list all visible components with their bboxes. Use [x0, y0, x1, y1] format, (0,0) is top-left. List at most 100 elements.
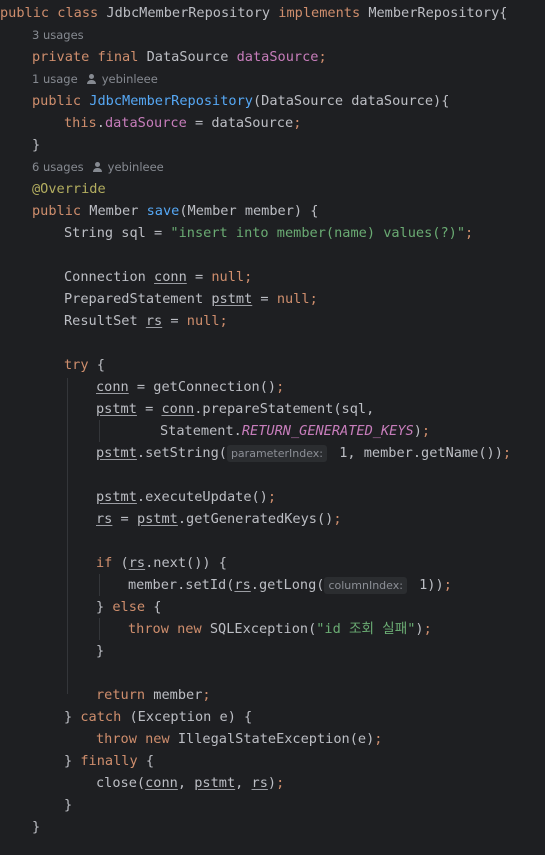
- code-line-if-close: }: [96, 640, 104, 662]
- usages-author-hint[interactable]: 1 usage yebinleee: [32, 68, 158, 90]
- usages-count[interactable]: 6 usages: [32, 160, 84, 174]
- parameter-hint[interactable]: columnIndex:: [324, 576, 407, 594]
- code-line-set-string: pstmt.setString(parameterIndex: 1, membe…: [96, 442, 511, 464]
- keyword: public: [0, 5, 50, 21]
- expression: SQLException(: [201, 621, 317, 637]
- parameter-hint[interactable]: parameterIndex:: [226, 444, 328, 462]
- variable: conn: [154, 269, 187, 285]
- semicolon: ;: [502, 445, 512, 461]
- type: DataSource: [146, 49, 229, 65]
- code-line-constructor: public JdbcMemberRepository(DataSource d…: [32, 90, 449, 112]
- code-line-else: } else {: [96, 596, 162, 618]
- expression: 1, member.getName()): [331, 445, 503, 461]
- author-name[interactable]: yebinleee: [102, 72, 158, 86]
- method-call: close(: [96, 775, 146, 791]
- semicolon: ;: [309, 291, 318, 307]
- variable: rs: [128, 555, 146, 571]
- semicolon: ;: [465, 225, 474, 241]
- variable: conn: [161, 401, 195, 417]
- code-line-get-connection: conn = getConnection();: [96, 376, 284, 398]
- usages-count[interactable]: 1 usage: [32, 72, 78, 86]
- semicolon: ;: [293, 115, 302, 131]
- brace: }: [96, 643, 105, 659]
- semicolon: ;: [202, 687, 211, 703]
- keyword: this: [64, 115, 97, 131]
- variable: conn: [145, 775, 178, 791]
- expression: IllegalStateException(e): [169, 731, 375, 747]
- indent-guide: [99, 618, 100, 640]
- type: Member: [81, 203, 147, 219]
- class-name: JdbcMemberRepository: [106, 5, 271, 21]
- type: ResultSet: [64, 313, 146, 329]
- operator: =: [186, 269, 212, 285]
- code-line-throw-illegal-state: throw new IllegalStateException(e);: [96, 728, 382, 750]
- code-line-return: return member;: [96, 684, 211, 706]
- semicolon: ;: [333, 511, 342, 527]
- code-line-try: try {: [64, 354, 105, 376]
- usages-author-hint[interactable]: 6 usages yebinleee: [32, 156, 164, 178]
- code-line-if: if (rs.next()) {: [96, 552, 227, 574]
- field-name: dataSource: [104, 115, 187, 131]
- usages-count[interactable]: 3 usages: [32, 28, 84, 42]
- keyword: public: [32, 203, 82, 219]
- operator: =: [136, 401, 162, 417]
- expression: member: [145, 687, 203, 703]
- author-name[interactable]: yebinleee: [108, 160, 164, 174]
- semicolon: ;: [443, 577, 452, 593]
- semicolon: ;: [423, 621, 432, 637]
- keyword: return: [96, 687, 146, 703]
- variable: rs: [251, 775, 268, 791]
- variable: pstmt: [211, 291, 253, 307]
- constructor-name: JdbcMemberRepository: [89, 93, 253, 109]
- operator: =: [162, 313, 187, 329]
- class-ref: Statement.: [160, 423, 242, 439]
- code-line-finally: } finally {: [64, 750, 154, 772]
- brace: {: [88, 357, 105, 373]
- constant: RETURN_GENERATED_KEYS: [241, 423, 414, 439]
- method-name: save: [146, 203, 180, 219]
- paren: ): [267, 775, 277, 791]
- code-line-save-method: public Member save(Member member) {: [32, 200, 318, 222]
- method-call: .getLong(: [250, 577, 325, 593]
- brace: {: [145, 599, 162, 615]
- code-line-constructor-body: this.dataSource = dataSource;: [64, 112, 301, 134]
- operator: =: [112, 511, 137, 527]
- code-line-sql: String sql = "insert into member(name) v…: [64, 222, 473, 244]
- variable: rs: [96, 511, 113, 527]
- semicolon: ;: [244, 269, 253, 285]
- keyword: null: [276, 291, 310, 307]
- code-line-set-id: member.setId(rs.getLong(columnIndex: 1))…: [128, 574, 452, 596]
- code-line-prepare-statement-cont: Statement.RETURN_GENERATED_KEYS);: [160, 420, 430, 442]
- semicolon: ;: [276, 379, 285, 395]
- semicolon: ;: [374, 731, 383, 747]
- person-icon: [92, 162, 103, 172]
- comma: ,: [235, 775, 252, 791]
- code-line-class-declaration: public class JdbcMemberRepository implem…: [0, 2, 507, 24]
- variable: pstmt: [136, 511, 178, 527]
- paren: ): [415, 621, 424, 637]
- code-editor[interactable]: public class JdbcMemberRepository implem…: [0, 0, 545, 855]
- variable: pstmt: [96, 401, 137, 417]
- brace: {: [499, 5, 508, 21]
- code-line-throw-sql: throw new SQLException("id 조회 실패");: [128, 618, 432, 640]
- keyword: new: [136, 731, 170, 747]
- brace: }: [96, 599, 113, 615]
- keyword: public: [32, 93, 82, 109]
- expression: .executeUpdate(): [136, 489, 268, 505]
- usages-hint[interactable]: 3 usages: [32, 24, 84, 46]
- keyword: implements: [278, 5, 361, 21]
- string-literal: "insert into member(name) values(?)": [170, 225, 466, 241]
- keyword: private: [32, 49, 90, 65]
- brace: }: [64, 753, 81, 769]
- field-name: dataSource: [236, 49, 319, 65]
- keyword: throw: [128, 621, 169, 637]
- keyword: null: [211, 269, 245, 285]
- code-line-conn: Connection conn = null;: [64, 266, 252, 288]
- code-line-try-close: }: [64, 794, 72, 816]
- code-line-annotation: @Override: [32, 178, 106, 200]
- indent-guide: [99, 420, 100, 442]
- indent-guide: [67, 378, 68, 694]
- keyword: new: [168, 621, 202, 637]
- semicolon: ;: [421, 423, 431, 439]
- expression: .next()) {: [145, 555, 227, 571]
